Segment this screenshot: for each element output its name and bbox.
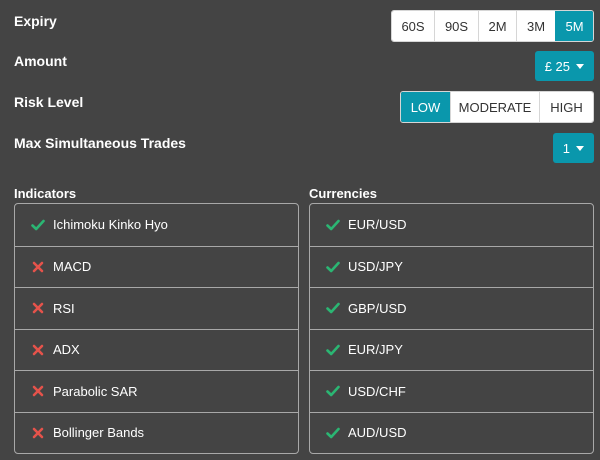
cross-icon (31, 260, 45, 274)
risk-option-high[interactable]: HIGH (539, 92, 593, 122)
currency-item-label: USD/JPY (348, 259, 403, 275)
expiry-option-5m[interactable]: 5M (555, 11, 593, 41)
risk-option-moderate[interactable]: MODERATE (450, 92, 539, 122)
risk-row: Risk Level LOW MODERATE HIGH (14, 91, 594, 123)
check-icon (326, 426, 340, 440)
indicator-item-label: Ichimoku Kinko Hyo (53, 217, 168, 233)
amount-value: £ 25 (544, 58, 570, 74)
currencies-title: Currencies (309, 186, 377, 201)
currencies-list: EUR/USD USD/JPY GBP/USD EUR/JPY USD/CHF AUD/U… (309, 203, 594, 454)
indicator-item-label: ADX (53, 342, 80, 358)
expiry-row: Expiry 60S 90S 2M 3M 5M (14, 10, 594, 42)
currency-item[interactable]: USD/JPY (310, 245, 593, 288)
currency-item[interactable]: GBP/USD (310, 287, 593, 329)
indicator-item-label: Parabolic SAR (53, 383, 138, 399)
expiry-option-90s[interactable]: 90S (434, 11, 478, 41)
risk-selector: LOW MODERATE HIGH (400, 91, 594, 123)
risk-label: Risk Level (14, 94, 84, 110)
expiry-option-2m[interactable]: 2M (478, 11, 516, 41)
max-trades-value: 1 (562, 140, 570, 156)
check-icon (326, 384, 340, 398)
check-icon (31, 218, 45, 232)
check-icon (326, 343, 340, 357)
indicator-item[interactable]: Ichimoku Kinko Hyo (15, 204, 298, 246)
risk-option-low[interactable]: LOW (401, 92, 450, 122)
caret-down-icon (576, 63, 584, 69)
caret-down-icon (576, 145, 584, 151)
max-trades-label: Max Simultaneous Trades (14, 135, 186, 151)
indicator-item-label: Bollinger Bands (53, 425, 145, 441)
indicator-item[interactable]: RSI (15, 287, 298, 329)
currency-item-label: USD/CHF (348, 383, 406, 399)
check-icon (326, 260, 340, 274)
indicator-item-label: RSI (53, 300, 75, 316)
currency-item[interactable]: AUD/USD (310, 411, 593, 454)
amount-row: Amount £ 25 (14, 51, 594, 83)
currency-item-label: AUD/USD (348, 425, 407, 441)
cross-icon (31, 301, 45, 315)
cross-icon (31, 426, 45, 440)
check-icon (326, 218, 340, 232)
currency-item-label: GBP/USD (348, 300, 407, 316)
indicator-item[interactable]: ADX (15, 328, 298, 371)
cross-icon (31, 343, 45, 357)
indicator-item-label: MACD (53, 259, 92, 275)
expiry-option-3m[interactable]: 3M (516, 11, 555, 41)
indicators-title: Indicators (14, 186, 77, 201)
currency-item[interactable]: EUR/JPY (310, 328, 593, 371)
cross-icon (31, 384, 45, 398)
expiry-selector: 60S 90S 2M 3M 5M (391, 10, 594, 42)
indicator-item[interactable]: Bollinger Bands (15, 411, 298, 454)
expiry-option-60s[interactable]: 60S (392, 11, 434, 41)
amount-label: Amount (14, 53, 67, 69)
expiry-label: Expiry (14, 13, 57, 29)
max-trades-row: Max Simultaneous Trades 1 (14, 133, 594, 165)
currency-item[interactable]: USD/CHF (310, 370, 593, 412)
currency-item-label: EUR/JPY (348, 342, 403, 358)
indicator-item[interactable]: Parabolic SAR (15, 370, 298, 412)
check-icon (326, 301, 340, 315)
currency-item[interactable]: EUR/USD (310, 204, 593, 246)
currency-item-label: EUR/USD (348, 217, 407, 233)
indicators-list: Ichimoku Kinko Hyo MACD RSI ADX Parabolic SA… (14, 203, 299, 454)
max-trades-dropdown[interactable]: 1 (552, 133, 594, 163)
amount-dropdown[interactable]: £ 25 (534, 51, 594, 81)
indicator-item[interactable]: MACD (15, 245, 298, 288)
